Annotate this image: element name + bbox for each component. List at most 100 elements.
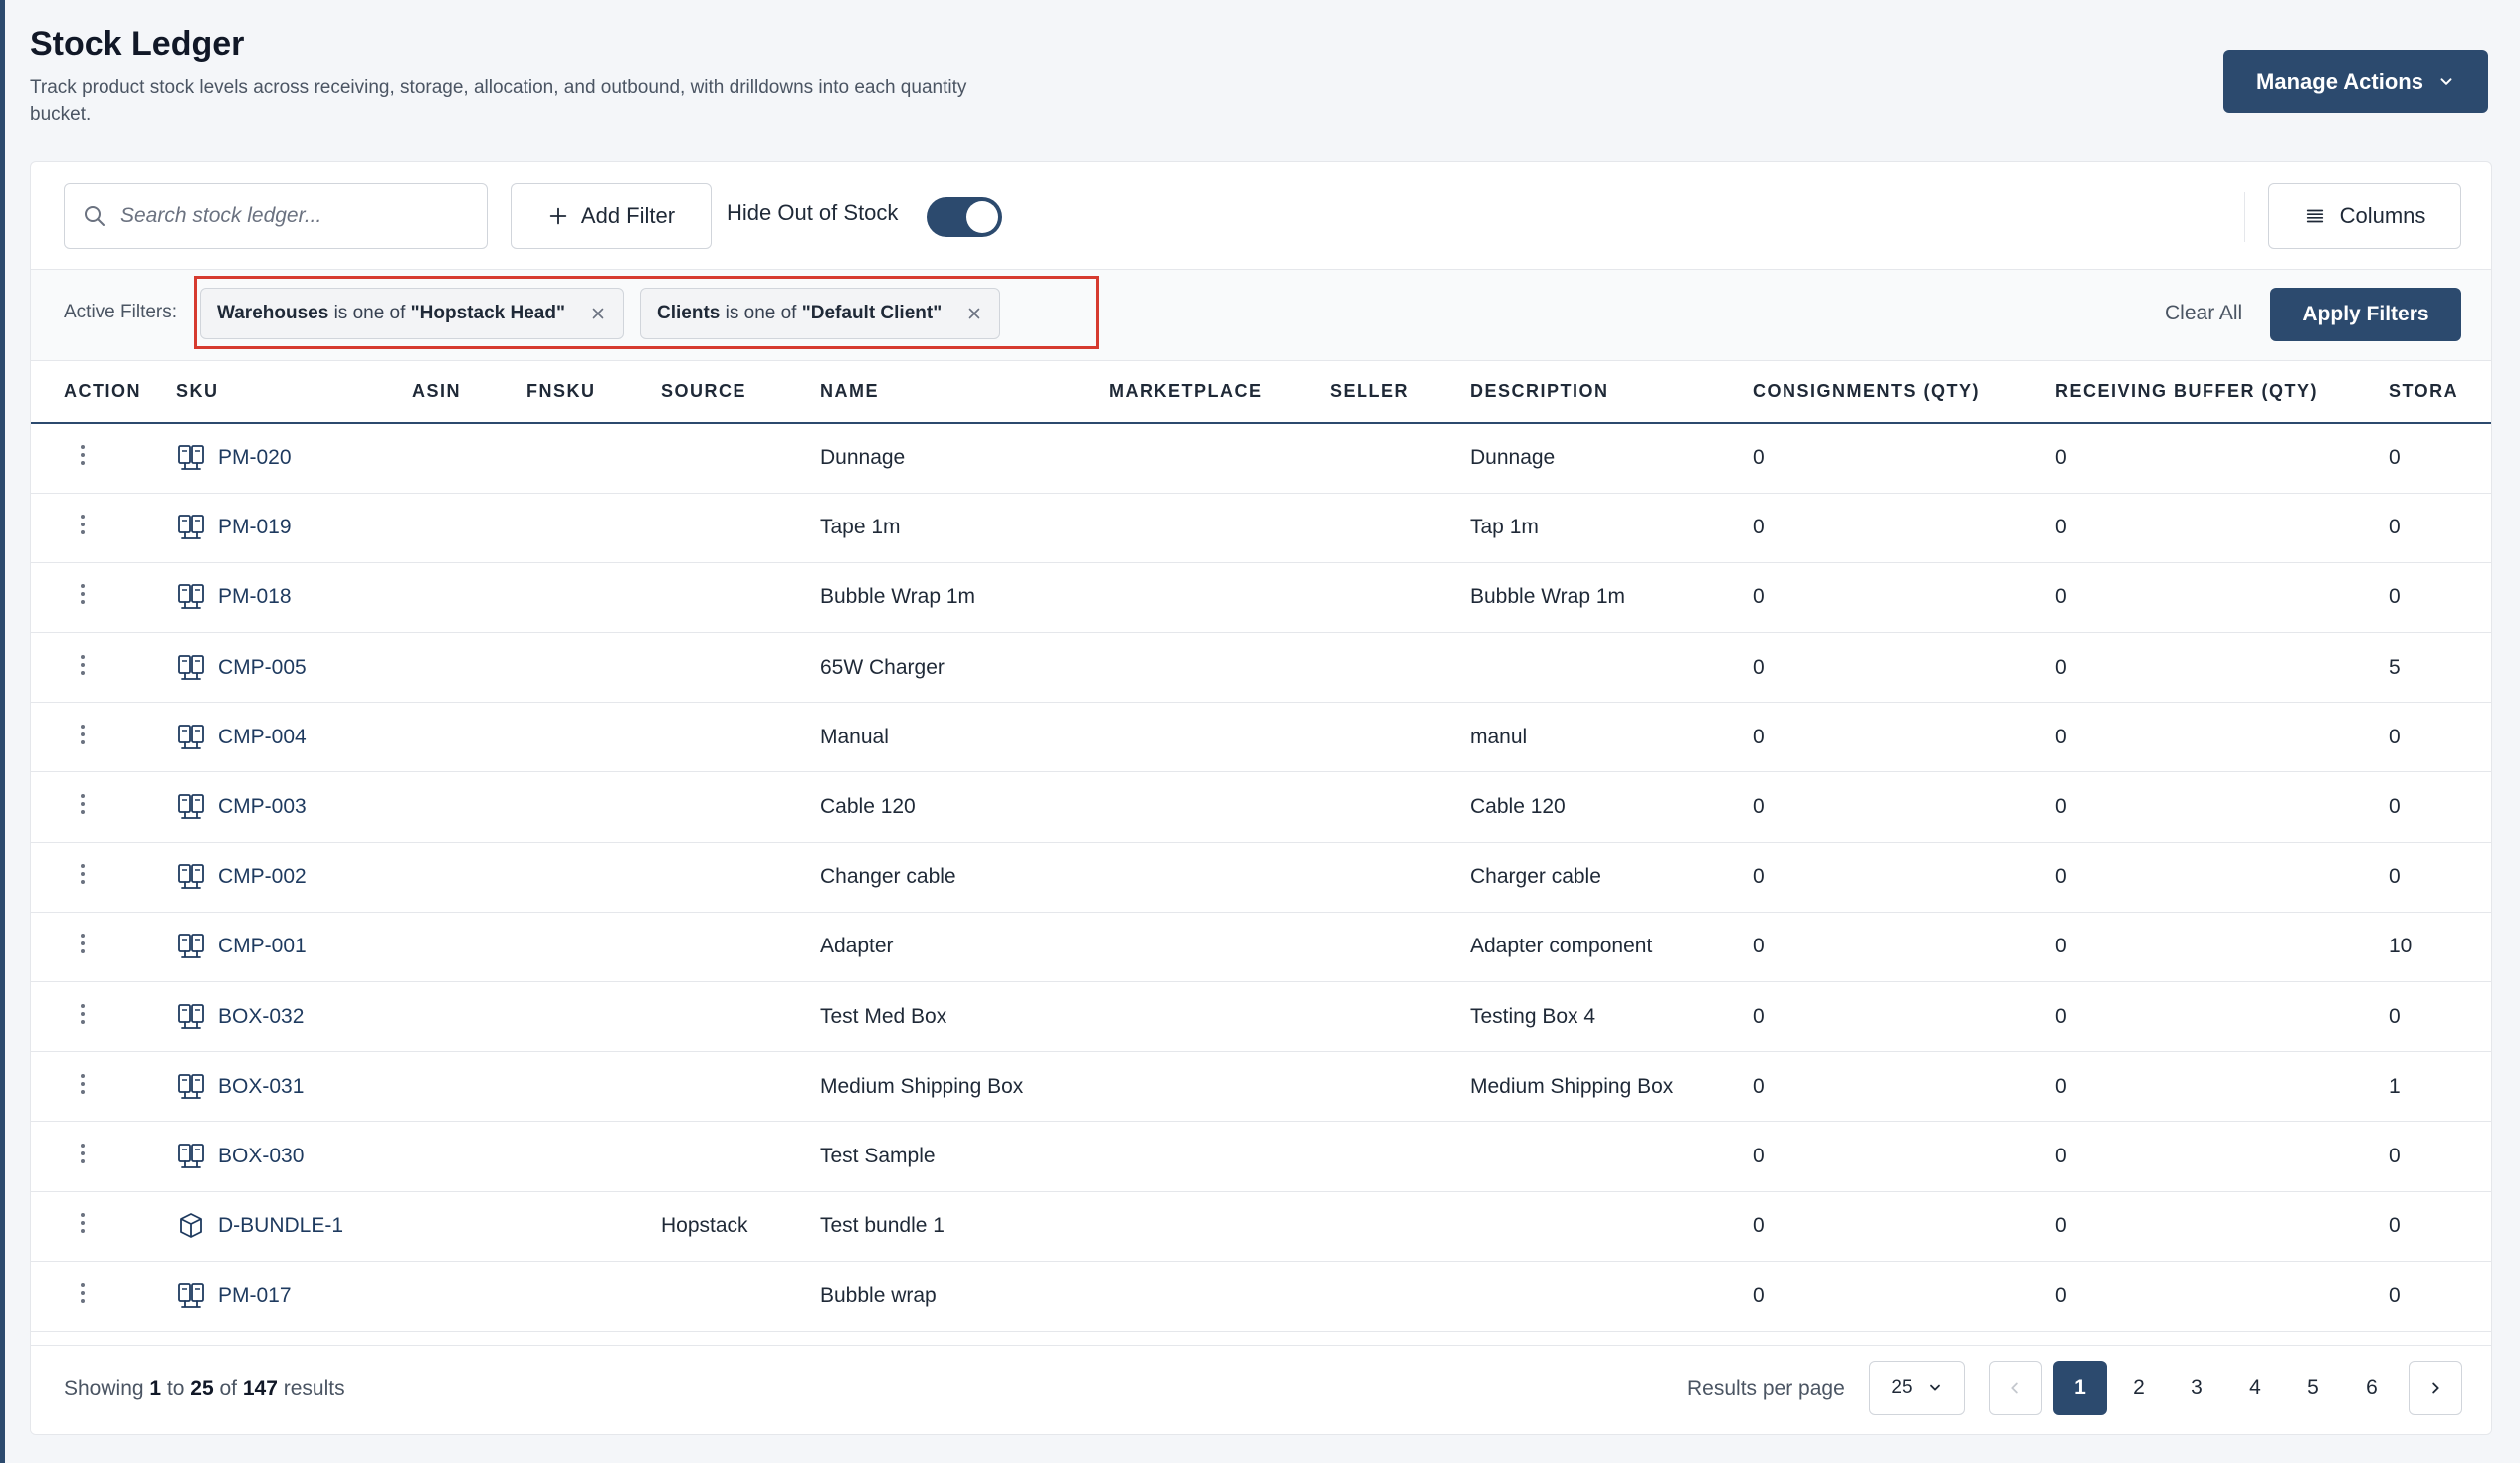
- table-container[interactable]: ACTION SKU ASIN FNSKU SOURCE NAME MARKET…: [31, 361, 2491, 1337]
- kebab-menu-icon[interactable]: [79, 581, 87, 607]
- name-cell: Cable 120: [820, 771, 1109, 843]
- sku-link[interactable]: BOX-030: [176, 1142, 412, 1171]
- sku-link[interactable]: D-BUNDLE-1: [176, 1211, 412, 1241]
- table-row[interactable]: D-BUNDLE-1 Hopstack Test bundle 1000: [31, 1191, 2491, 1262]
- kebab-menu-icon[interactable]: [79, 1001, 87, 1027]
- results-per-page-value: 25: [1891, 1377, 1913, 1398]
- table-row[interactable]: PM-018 Bubble Wrap 1m Bubble Wrap 1m 0 0 0: [31, 562, 2491, 634]
- asin-cell: [412, 1261, 526, 1332]
- sku-link[interactable]: CMP-002: [176, 862, 412, 892]
- kebab-menu-icon[interactable]: [79, 791, 87, 817]
- sku-cell[interactable]: CMP-005: [176, 632, 412, 704]
- storage-cell: 0: [2389, 771, 2491, 843]
- action-cell[interactable]: [31, 1121, 176, 1192]
- next-page-button[interactable]: [2409, 1361, 2462, 1415]
- apply-filters-button[interactable]: Apply Filters: [2270, 288, 2461, 341]
- table-row[interactable]: PM-017 Bubble wrap 0 0 0: [31, 1261, 2491, 1332]
- kebab-menu-icon[interactable]: [79, 861, 87, 887]
- sku-link[interactable]: PM-020: [176, 443, 412, 473]
- sku-text: CMP-002: [218, 865, 307, 889]
- sku-link[interactable]: BOX-032: [176, 1002, 412, 1032]
- sku-link[interactable]: CMP-001: [176, 932, 412, 961]
- kebab-menu-icon[interactable]: [79, 442, 87, 468]
- table-row[interactable]: CMP-001 Adapter Adapter component 0 0 10: [31, 912, 2491, 983]
- table-row[interactable]: CMP-005 65W Charger 0 0 5: [31, 632, 2491, 704]
- kebab-menu-icon[interactable]: [79, 1210, 87, 1236]
- action-cell[interactable]: [31, 632, 176, 704]
- page-button-6[interactable]: 6: [2345, 1361, 2399, 1415]
- sku-cell[interactable]: PM-018: [176, 562, 412, 634]
- table-row[interactable]: CMP-003 Cable 120 Cable 120 0 0 0: [31, 771, 2491, 843]
- sku-link[interactable]: BOX-031: [176, 1072, 412, 1102]
- sku-link[interactable]: CMP-003: [176, 792, 412, 822]
- action-cell[interactable]: [31, 842, 176, 913]
- kebab-menu-icon[interactable]: [79, 1280, 87, 1306]
- table-row[interactable]: BOX-030 Test Sample 0 0 0: [31, 1121, 2491, 1192]
- kebab-menu-icon[interactable]: [79, 931, 87, 956]
- sku-link[interactable]: PM-018: [176, 582, 412, 612]
- action-cell[interactable]: [31, 423, 176, 494]
- table-row[interactable]: BOX-032 Test Med Box Testing Box 4000: [31, 981, 2491, 1053]
- sku-cell[interactable]: BOX-032: [176, 981, 412, 1053]
- action-cell[interactable]: [31, 1051, 176, 1123]
- table-row[interactable]: CMP-004 Manual manul 0 0 0: [31, 702, 2491, 773]
- action-cell[interactable]: [31, 702, 176, 773]
- source-cell: [661, 912, 820, 983]
- sku-cell[interactable]: D-BUNDLE-1: [176, 1191, 412, 1262]
- action-cell[interactable]: [31, 493, 176, 563]
- consignments-cell: 0: [1753, 562, 2055, 634]
- results-per-page-select[interactable]: 25: [1869, 1361, 1965, 1415]
- consignments-cell: 0: [1753, 771, 2055, 843]
- page-button-2[interactable]: 2: [2112, 1361, 2166, 1415]
- sku-link[interactable]: CMP-004: [176, 723, 412, 752]
- kebab-menu-icon[interactable]: [79, 652, 87, 678]
- kebab-menu-icon[interactable]: [79, 722, 87, 747]
- sku-cell[interactable]: BOX-031: [176, 1051, 412, 1123]
- page-button-1[interactable]: 1: [2053, 1361, 2107, 1415]
- table-row[interactable]: PM-020 Dunnage Dunnage 0 0 0: [31, 423, 2491, 494]
- action-cell[interactable]: [31, 981, 176, 1053]
- kebab-menu-icon[interactable]: [79, 1071, 87, 1097]
- table-row[interactable]: CMP-002 Changer cable Charger cable 0 0 0: [31, 842, 2491, 913]
- sku-link[interactable]: PM-017: [176, 1281, 412, 1311]
- product-icon: [178, 794, 204, 819]
- close-icon[interactable]: [589, 305, 607, 322]
- page-button-3[interactable]: 3: [2170, 1361, 2223, 1415]
- action-cell[interactable]: [31, 562, 176, 634]
- columns-button[interactable]: Columns: [2268, 183, 2461, 249]
- add-filter-button[interactable]: Add Filter: [511, 183, 712, 249]
- action-cell[interactable]: [31, 771, 176, 843]
- search-input[interactable]: [120, 204, 459, 228]
- kebab-menu-icon[interactable]: [79, 1141, 87, 1166]
- kebab-menu-icon[interactable]: [79, 512, 87, 537]
- close-icon[interactable]: [965, 305, 983, 322]
- prev-page-button[interactable]: [1989, 1361, 2042, 1415]
- product-icon: [178, 934, 204, 959]
- manage-actions-button[interactable]: Manage Actions: [2223, 50, 2488, 113]
- action-cell[interactable]: [31, 912, 176, 983]
- sku-cell[interactable]: CMP-002: [176, 842, 412, 913]
- showing-prefix: Showing: [64, 1377, 144, 1400]
- sku-cell[interactable]: PM-017: [176, 1261, 412, 1332]
- sku-cell[interactable]: PM-020: [176, 423, 412, 494]
- action-cell[interactable]: [31, 1191, 176, 1262]
- search-box[interactable]: [64, 183, 488, 249]
- filter-chip-clients[interactable]: Clients is one of "Default Client": [640, 288, 1001, 339]
- filter-chip-warehouses[interactable]: Warehouses is one of "Hopstack Head": [200, 288, 624, 339]
- sku-link[interactable]: PM-019: [176, 513, 412, 542]
- table-row[interactable]: BOX-031 Medium Shipping Box Medium Shippin…: [31, 1051, 2491, 1123]
- sku-cell[interactable]: CMP-004: [176, 702, 412, 773]
- page-button-4[interactable]: 4: [2228, 1361, 2282, 1415]
- sku-cell[interactable]: CMP-001: [176, 912, 412, 983]
- sku-cell[interactable]: CMP-003: [176, 771, 412, 843]
- action-cell[interactable]: [31, 1261, 176, 1332]
- sku-cell[interactable]: PM-019: [176, 493, 412, 563]
- clear-all-button[interactable]: Clear All: [2165, 302, 2242, 325]
- table-row[interactable]: PM-019 Tape 1m Tap 1m 0 0 0: [31, 493, 2491, 563]
- name-cell: Adapter: [820, 912, 1109, 983]
- hide-out-of-stock-toggle[interactable]: [927, 197, 1002, 237]
- sku-cell[interactable]: BOX-030: [176, 1121, 412, 1192]
- column-header: SOURCE: [661, 361, 820, 424]
- page-button-5[interactable]: 5: [2286, 1361, 2340, 1415]
- sku-link[interactable]: CMP-005: [176, 653, 412, 683]
